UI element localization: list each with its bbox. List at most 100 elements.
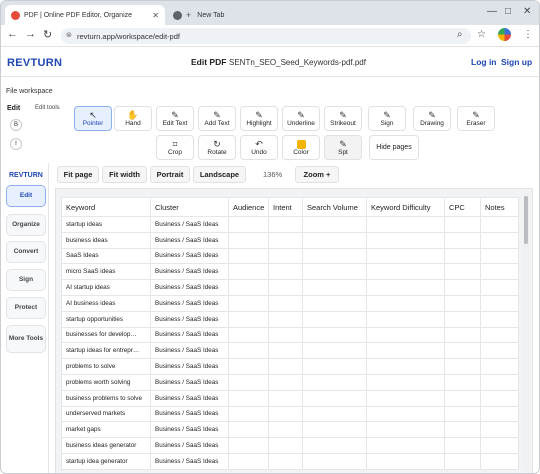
tool-highlight[interactable]: ✎ Highlight (240, 106, 278, 131)
table-cell[interactable]: businesses for develop… (61, 327, 151, 344)
table-cell[interactable] (445, 327, 481, 344)
url-input[interactable]: ⊜ revturn.app/workspace/edit-pdf (61, 28, 471, 44)
table-cell[interactable] (229, 343, 269, 360)
table-cell[interactable] (269, 343, 303, 360)
table-cell[interactable]: AI business ideas (61, 296, 151, 312)
table-cell[interactable] (445, 406, 481, 423)
table-cell[interactable] (367, 359, 445, 375)
column-header[interactable]: Cluster (151, 197, 229, 217)
table-cell[interactable] (303, 390, 367, 407)
zoom-in-button[interactable]: Zoom + (295, 166, 339, 183)
table-cell[interactable] (367, 264, 445, 281)
table-cell[interactable] (445, 343, 481, 360)
bold-button[interactable]: B (10, 119, 22, 131)
table-cell[interactable] (367, 232, 445, 249)
sidebar-item-protect[interactable]: Protect (6, 297, 46, 319)
table-cell[interactable] (303, 375, 367, 391)
table-cell[interactable]: business ideas (61, 232, 151, 249)
column-header[interactable]: Audience (229, 197, 269, 217)
table-cell[interactable] (367, 296, 445, 312)
table-cell[interactable] (303, 422, 367, 439)
table-cell[interactable] (229, 311, 269, 328)
table-cell[interactable] (229, 375, 269, 391)
table-cell[interactable] (481, 390, 519, 407)
table-cell[interactable] (481, 296, 519, 312)
table-cell[interactable] (481, 248, 519, 265)
hide-pages-button[interactable]: Hide pages (369, 135, 419, 160)
table-cell[interactable] (229, 296, 269, 312)
column-header[interactable]: Notes (481, 197, 519, 217)
table-cell[interactable] (481, 375, 519, 391)
table-cell[interactable] (303, 232, 367, 249)
signup-link[interactable]: Sign up (501, 57, 532, 67)
table-cell[interactable] (481, 217, 519, 233)
table-cell[interactable]: Business / SaaS Ideas (151, 217, 229, 233)
fit-page-button[interactable]: Fit page (57, 166, 99, 183)
table-cell[interactable] (303, 327, 367, 344)
table-cell[interactable] (367, 422, 445, 439)
menu-icon[interactable]: ⋮ (523, 29, 533, 40)
table-cell[interactable] (367, 406, 445, 423)
table-cell[interactable] (303, 248, 367, 265)
browser-tab[interactable]: + New Tab (167, 5, 297, 25)
table-cell[interactable] (367, 327, 445, 344)
table-cell[interactable] (269, 280, 303, 296)
table-cell[interactable] (229, 359, 269, 375)
table-cell[interactable]: Business / SaaS Ideas (151, 296, 229, 312)
table-cell[interactable] (229, 280, 269, 296)
table-cell[interactable] (481, 327, 519, 344)
table-cell[interactable]: startup opportunities (61, 311, 151, 328)
column-header[interactable]: Search Volume (303, 197, 367, 217)
table-cell[interactable]: Business / SaaS Ideas (151, 311, 229, 328)
profile-avatar[interactable] (498, 28, 511, 41)
table-cell[interactable] (481, 311, 519, 328)
table-cell[interactable] (269, 359, 303, 375)
table-cell[interactable]: Business / SaaS Ideas (151, 248, 229, 265)
tool-sign[interactable]: ✎ Sign (368, 106, 406, 131)
table-cell[interactable]: Business / SaaS Ideas (151, 264, 229, 281)
table-cell[interactable]: Business / SaaS Ideas (151, 327, 229, 344)
table-cell[interactable] (445, 311, 481, 328)
table-cell[interactable] (269, 232, 303, 249)
table-cell[interactable] (367, 280, 445, 296)
table-cell[interactable] (445, 217, 481, 233)
table-cell[interactable] (229, 217, 269, 233)
column-header[interactable]: CPC (445, 197, 481, 217)
table-cell[interactable] (303, 296, 367, 312)
table-cell[interactable] (269, 390, 303, 407)
table-cell[interactable] (229, 264, 269, 281)
table-cell[interactable] (303, 438, 367, 454)
table-cell[interactable] (445, 438, 481, 454)
table-cell[interactable]: business problems to solve (61, 390, 151, 407)
table-cell[interactable] (303, 264, 367, 281)
table-cell[interactable]: underserved markets (61, 406, 151, 423)
table-cell[interactable] (481, 280, 519, 296)
table-cell[interactable] (269, 454, 303, 470)
table-cell[interactable] (445, 248, 481, 265)
table-cell[interactable]: startup idea generator (61, 454, 151, 470)
table-cell[interactable]: Business / SaaS Ideas (151, 375, 229, 391)
table-cell[interactable] (445, 296, 481, 312)
table-cell[interactable]: Business / SaaS Ideas (151, 343, 229, 360)
sidebar-item-edit[interactable]: Edit (6, 185, 46, 207)
bookmark-star-icon[interactable]: ☆ (477, 29, 486, 40)
table-cell[interactable]: Business / SaaS Ideas (151, 454, 229, 470)
table-cell[interactable] (367, 248, 445, 265)
column-header[interactable]: Keyword Difficulty (367, 197, 445, 217)
tool-rotate[interactable]: ↻ Rotate (198, 135, 236, 160)
table-cell[interactable]: business ideas generator (61, 438, 151, 454)
table-cell[interactable]: Business / SaaS Ideas (151, 232, 229, 249)
table-cell[interactable]: Business / SaaS Ideas (151, 422, 229, 439)
reload-icon[interactable]: ↻ (43, 28, 52, 41)
table-cell[interactable] (303, 311, 367, 328)
table-cell[interactable] (481, 359, 519, 375)
window-close-icon[interactable]: ✕ (523, 6, 531, 17)
table-cell[interactable] (229, 438, 269, 454)
table-cell[interactable]: market gaps (61, 422, 151, 439)
table-cell[interactable]: startup ideas for entrepr… (61, 343, 151, 360)
site-info-icon[interactable]: ⊜ (66, 31, 72, 39)
table-cell[interactable] (445, 454, 481, 470)
table-cell[interactable] (445, 232, 481, 249)
table-cell[interactable] (445, 390, 481, 407)
tool-pointer[interactable]: ↖ Pointer (74, 106, 112, 131)
